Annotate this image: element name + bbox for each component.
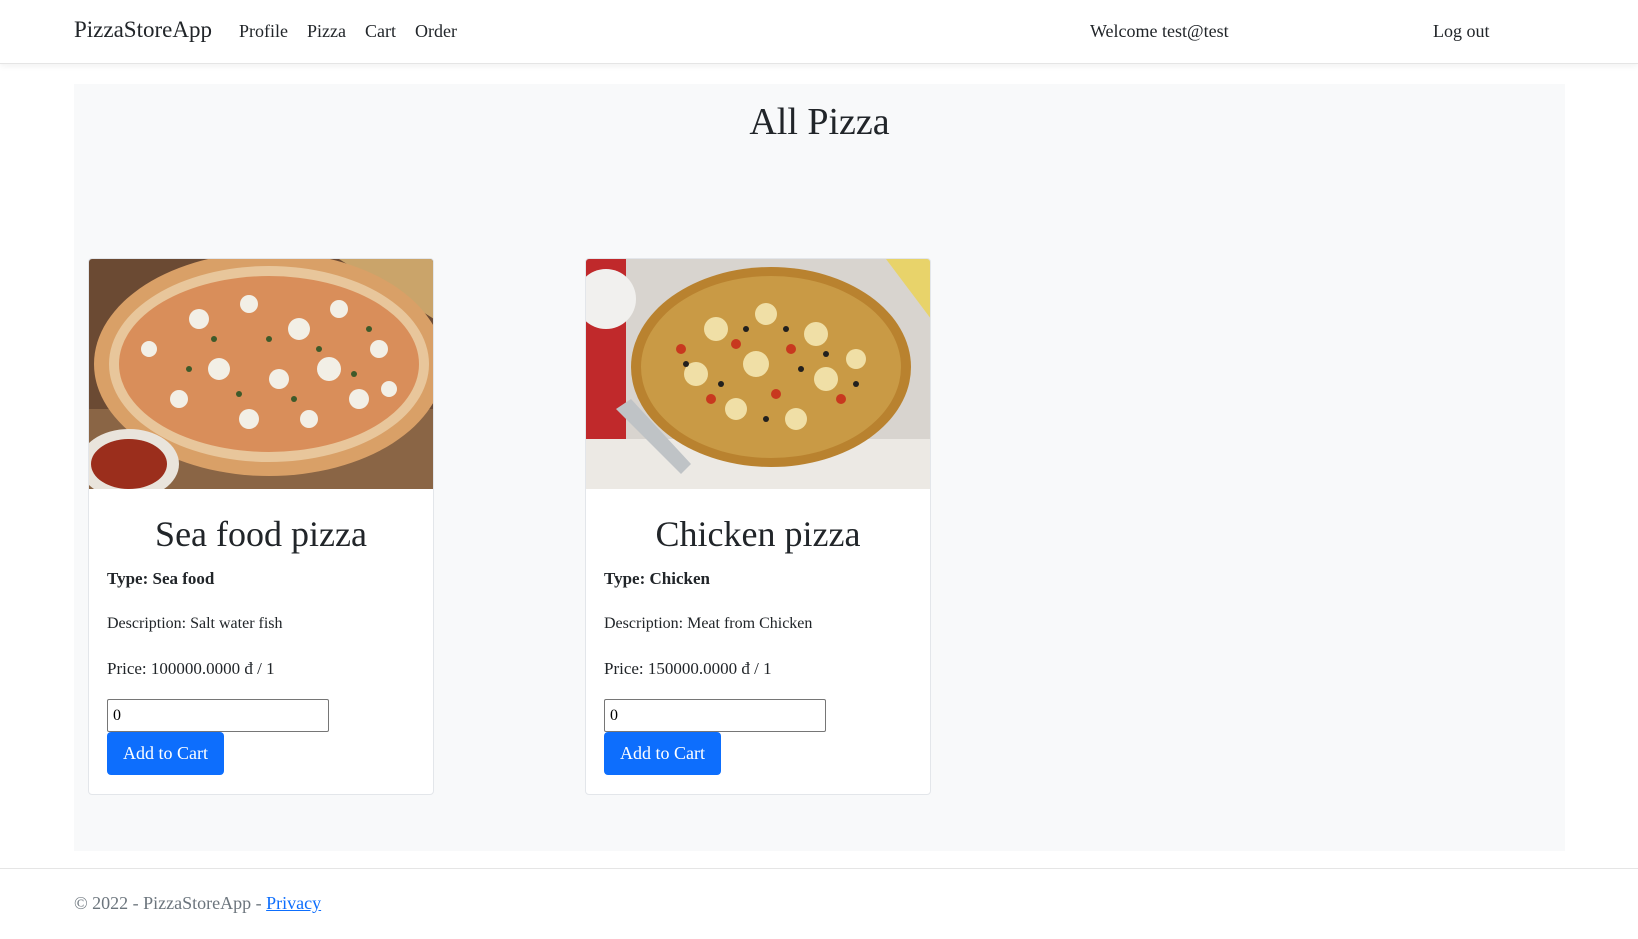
seafood-pizza-image — [89, 259, 433, 489]
nav-cart-link[interactable]: Cart — [365, 21, 396, 42]
privacy-link[interactable]: Privacy — [266, 893, 321, 913]
page-footer: © 2022 - PizzaStoreApp - Privacy — [0, 868, 1638, 939]
logout-button[interactable]: Log out — [1433, 21, 1490, 42]
pizza-name: Chicken pizza — [655, 514, 861, 554]
nav-pizza-link[interactable]: Pizza — [307, 21, 346, 42]
pizza-type: Type: Chicken — [604, 569, 710, 588]
add-to-cart-button[interactable]: Add to Cart — [107, 732, 224, 775]
quantity-input[interactable] — [604, 699, 826, 732]
pizza-name: Sea food pizza — [155, 514, 367, 554]
pizza-card-seafood: Sea food pizza Type: Sea food Descriptio… — [88, 258, 434, 795]
page-title: All Pizza — [749, 101, 890, 143]
welcome-link[interactable]: Welcome test@test — [1090, 21, 1229, 42]
chicken-pizza-image — [586, 259, 930, 489]
top-navbar: PizzaStoreApp Profile Pizza Cart Order W… — [0, 0, 1638, 64]
pizza-description: Description: Meat from Chicken — [604, 615, 813, 632]
copyright-text: © 2022 - PizzaStoreApp - — [74, 893, 267, 913]
footer-text: © 2022 - PizzaStoreApp - Privacy — [74, 893, 321, 914]
quantity-input[interactable] — [107, 699, 329, 732]
pizza-price: Price: 100000.0000 đ / 1 — [107, 659, 275, 678]
pizza-description: Description: Salt water fish — [107, 615, 283, 632]
pizza-price: Price: 150000.0000 đ / 1 — [604, 659, 772, 678]
nav-links: Profile Pizza Cart Order — [239, 21, 457, 42]
pizza-card-chicken: Chicken pizza Type: Chicken Description:… — [585, 258, 931, 795]
pizza-type: Type: Sea food — [107, 569, 215, 588]
nav-order-link[interactable]: Order — [415, 21, 457, 42]
add-to-cart-button[interactable]: Add to Cart — [604, 732, 721, 775]
brand-link[interactable]: PizzaStoreApp — [74, 17, 212, 43]
main-content: All Pizza Sea food pizza Type: Sea food … — [74, 84, 1565, 851]
nav-profile-link[interactable]: Profile — [239, 21, 288, 42]
